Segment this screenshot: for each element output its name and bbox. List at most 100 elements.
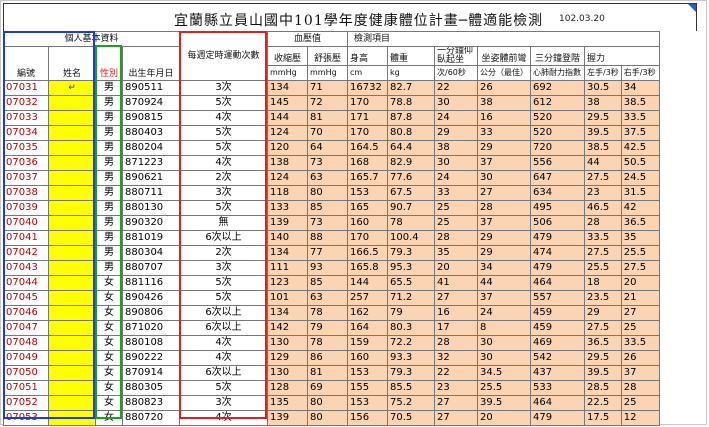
- cell-grip-right[interactable]: 37: [620, 365, 660, 381]
- cell-situp[interactable]: 38: [434, 140, 478, 156]
- cell-weight[interactable]: 82.7: [387, 80, 435, 96]
- cell-birth[interactable]: 871020: [122, 320, 180, 336]
- cell-grip-right[interactable]: 33.5: [620, 335, 660, 351]
- cell-grip-left[interactable]: 30.5: [584, 80, 622, 96]
- cell-height[interactable]: 156: [347, 410, 388, 426]
- cell-situp[interactable]: 30: [434, 95, 478, 111]
- cell-gender[interactable]: 男: [95, 140, 123, 156]
- cell-sitreach[interactable]: 44: [477, 275, 531, 291]
- cell-sys[interactable]: 144: [267, 110, 308, 126]
- cell-sitreach[interactable]: 34: [477, 260, 531, 276]
- cell-exercise[interactable]: 2次: [179, 245, 268, 261]
- cell-sitreach[interactable]: 33: [477, 125, 531, 141]
- cell-gender[interactable]: 男: [95, 155, 123, 171]
- cell-grip-left[interactable]: 27.5: [584, 245, 622, 261]
- cell-id[interactable]: 07051: [3, 380, 49, 396]
- cell-weight[interactable]: 82.9: [387, 155, 435, 171]
- cell-weight[interactable]: 78.8: [387, 95, 435, 111]
- table-row[interactable]: 07049 女 890222 4次 129 86 160 93.3 32 30 542 29.5 26: [3, 350, 660, 366]
- cell-id[interactable]: 07032: [3, 95, 49, 111]
- cell-step[interactable]: 692: [530, 80, 585, 96]
- cell-sys[interactable]: 134: [267, 245, 308, 261]
- table-row[interactable]: 07046 女 890806 6次以上 134 78 162 79 16 24 459 29 27: [3, 305, 660, 321]
- cell-birth[interactable]: 890815: [122, 110, 180, 126]
- cell-sys[interactable]: 130: [267, 335, 308, 351]
- cell-situp[interactable]: 28: [434, 230, 478, 246]
- cell-id[interactable]: 07043: [3, 260, 49, 276]
- cell-grip-left[interactable]: 39.5: [584, 125, 622, 141]
- cell-birth[interactable]: 890426: [122, 290, 180, 306]
- cell-step[interactable]: 469: [530, 335, 585, 351]
- cell-sitreach[interactable]: 30: [477, 350, 531, 366]
- cell-grip-right[interactable]: 27: [620, 305, 660, 321]
- cell-id[interactable]: 07031: [3, 80, 49, 96]
- cell-id[interactable]: 07050: [3, 365, 49, 381]
- cell-weight[interactable]: 85.5: [387, 380, 435, 396]
- cell-sitreach[interactable]: 39.5: [477, 395, 531, 411]
- cell-gender[interactable]: 男: [95, 200, 123, 216]
- cell-grip-right[interactable]: 25: [620, 320, 660, 336]
- cell-gender[interactable]: 男: [95, 230, 123, 246]
- cell-step[interactable]: 542: [530, 350, 585, 366]
- cell-sys[interactable]: 134: [267, 80, 308, 96]
- cell-dia[interactable]: 77: [307, 245, 348, 261]
- cell-situp[interactable]: 29: [434, 125, 478, 141]
- cell-situp[interactable]: 24: [434, 170, 478, 186]
- cell-weight[interactable]: 67.5: [387, 185, 435, 201]
- header-dia[interactable]: 舒張壓: [307, 46, 348, 66]
- cell-id[interactable]: 07044: [3, 275, 49, 291]
- cell-exercise[interactable]: 5次: [179, 200, 268, 216]
- cell-id[interactable]: 07047: [3, 320, 49, 336]
- cell-height[interactable]: 16732: [347, 80, 388, 96]
- cell-sitreach[interactable]: 37: [477, 215, 531, 231]
- cell-exercise[interactable]: 5次: [179, 140, 268, 156]
- cell-weight[interactable]: 65.5: [387, 275, 435, 291]
- cell-height[interactable]: 164: [347, 320, 388, 336]
- cell-step[interactable]: 459: [530, 305, 585, 321]
- header-birth[interactable]: 出生年月日: [122, 46, 180, 81]
- cell-weight[interactable]: 72.2: [387, 335, 435, 351]
- cell-exercise[interactable]: 3次: [179, 395, 268, 411]
- cell-situp[interactable]: 22: [434, 365, 478, 381]
- cell-grip-left[interactable]: 38: [584, 95, 622, 111]
- cell-gender[interactable]: 男: [95, 215, 123, 231]
- cell-exercise[interactable]: 4次: [179, 110, 268, 126]
- table-row[interactable]: 07045 女 890426 5次 101 63 257 71.2 27 37 557 23.5 21: [3, 290, 660, 306]
- table-row[interactable]: 07044 女 881116 5次 123 85 144 65.5 41 44 464 18 20: [3, 275, 660, 291]
- cell-grip-right[interactable]: 38.5: [620, 95, 660, 111]
- cell-step[interactable]: 612: [530, 95, 585, 111]
- cell-grip-right[interactable]: 12: [620, 410, 660, 426]
- cell-grip-right[interactable]: 26: [620, 350, 660, 366]
- cell-step[interactable]: 474: [530, 245, 585, 261]
- cell-name[interactable]: [48, 185, 96, 201]
- cell-height[interactable]: 155: [347, 380, 388, 396]
- cell-exercise[interactable]: 5次: [179, 95, 268, 111]
- cell-gender[interactable]: 女: [95, 335, 123, 351]
- cell-situp[interactable]: 33: [434, 185, 478, 201]
- cell-sitreach[interactable]: 8: [477, 320, 531, 336]
- table-row[interactable]: 07039 男 880130 5次 133 85 165 90.7 25 28 495 46.5 42: [3, 200, 660, 216]
- cell-grip-left[interactable]: 27.5: [584, 170, 622, 186]
- cell-birth[interactable]: 881019: [122, 230, 180, 246]
- cell-dia[interactable]: 80: [307, 185, 348, 201]
- table-row[interactable]: 07051 女 880305 5次 128 69 155 85.5 23 25.5 533 28.5 2…: [3, 380, 660, 396]
- cell-situp[interactable]: 30: [434, 155, 478, 171]
- cell-grip-left[interactable]: 25.5: [584, 260, 622, 276]
- cell-grip-right[interactable]: 42: [620, 200, 660, 216]
- table-row[interactable]: 07052 女 880823 3次 135 80 153 75.2 27 39.5 464 22.5 2…: [3, 395, 660, 411]
- table-row[interactable]: 07034 男 880403 5次 124 70 170 80.8 29 33 520 39.5 37.…: [3, 125, 660, 141]
- cell-dia[interactable]: 80: [307, 395, 348, 411]
- cell-grip-left[interactable]: 17.5: [584, 410, 622, 426]
- cell-name[interactable]: [48, 260, 96, 276]
- cell-step[interactable]: 520: [530, 125, 585, 141]
- cell-birth[interactable]: 880304: [122, 245, 180, 261]
- cell-sys[interactable]: 129: [267, 350, 308, 366]
- cell-grip-right[interactable]: 25.5: [620, 245, 660, 261]
- cell-height[interactable]: 166.5: [347, 245, 388, 261]
- cell-weight[interactable]: 90.7: [387, 200, 435, 216]
- cell-name[interactable]: [48, 170, 96, 186]
- cell-exercise[interactable]: 6次以上: [179, 365, 268, 381]
- cell-birth[interactable]: 880403: [122, 125, 180, 141]
- cell-exercise[interactable]: 3次: [179, 185, 268, 201]
- cell-gender[interactable]: 女: [95, 275, 123, 291]
